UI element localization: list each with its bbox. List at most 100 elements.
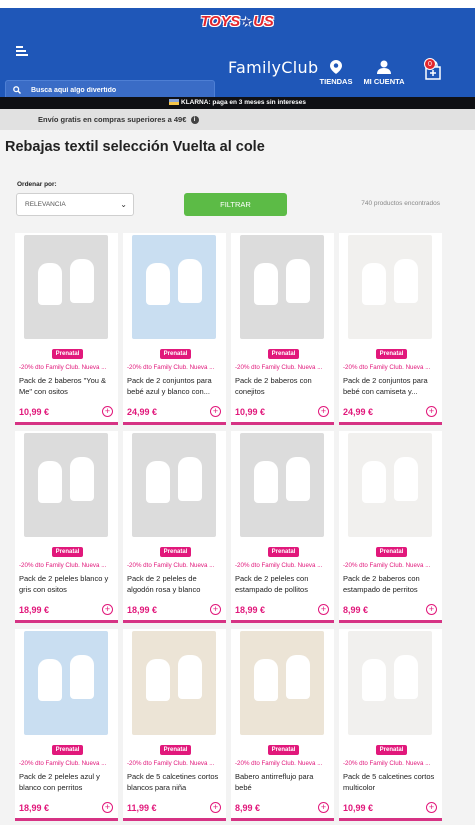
product-card[interactable]: Prenatal -20% dto Family Club. Nueva ...…: [231, 233, 334, 425]
add-to-cart-icon[interactable]: +: [426, 802, 437, 813]
account-label: MI CUENTA: [363, 77, 405, 86]
product-card[interactable]: Prenatal -20% dto Family Club. Nueva ...…: [123, 233, 226, 425]
product-card[interactable]: Prenatal -20% dto Family Club. Nueva ...…: [123, 431, 226, 623]
add-to-cart-icon[interactable]: +: [318, 406, 329, 417]
brand-badge: Prenatal: [376, 745, 407, 755]
filter-button[interactable]: FILTRAR: [184, 193, 287, 216]
account-button[interactable]: MI CUENTA: [362, 60, 406, 86]
product-image[interactable]: [348, 631, 432, 735]
brand-badge: Prenatal: [376, 349, 407, 359]
product-image[interactable]: [132, 433, 216, 537]
brand-badge: Prenatal: [268, 547, 299, 557]
promo-text: -20% dto Family Club. Nueva ...: [19, 562, 107, 569]
promo-text: -20% dto Family Club. Nueva ...: [19, 364, 107, 371]
product-name[interactable]: Babero antirreflujo para bebé: [235, 771, 332, 793]
add-to-cart-icon[interactable]: +: [210, 802, 221, 813]
product-card[interactable]: Prenatal -20% dto Family Club. Nueva ...…: [123, 629, 226, 821]
product-card[interactable]: Prenatal -20% dto Family Club. Nueva ...…: [339, 431, 442, 623]
add-to-cart-icon[interactable]: +: [102, 802, 113, 813]
brand-badge: Prenatal: [52, 547, 83, 557]
add-to-cart-icon[interactable]: +: [426, 604, 437, 615]
product-image[interactable]: [348, 433, 432, 537]
location-pin-icon: [330, 60, 342, 74]
promo-text: -20% dto Family Club. Nueva ...: [343, 562, 431, 569]
add-to-cart-icon[interactable]: +: [210, 604, 221, 615]
product-name[interactable]: Pack de 2 baberos con estampado de perri…: [343, 573, 440, 595]
product-price: 18,99 €: [127, 605, 158, 615]
info-icon[interactable]: i: [190, 116, 199, 125]
flag-icon: [169, 99, 179, 106]
promo-text: -20% dto Family Club. Nueva ...: [127, 760, 215, 767]
add-to-cart-icon[interactable]: +: [210, 406, 221, 417]
promo-text: -20% dto Family Club. Nueva ...: [235, 562, 323, 569]
stores-label: TIENDAS: [319, 77, 353, 86]
product-card[interactable]: Prenatal -20% dto Family Club. Nueva ...…: [231, 629, 334, 821]
user-icon: [377, 60, 391, 74]
chevron-down-icon: ⌄: [120, 200, 127, 209]
shipping-banner: Envío gratis en compras superiores a 49€…: [0, 109, 475, 130]
product-name[interactable]: Pack de 5 calcetines cortos blancos para…: [127, 771, 224, 793]
cart-count-badge: 0: [424, 58, 436, 70]
product-name[interactable]: Pack de 2 peleles con estampado de polli…: [235, 573, 332, 595]
product-card[interactable]: Prenatal -20% dto Family Club. Nueva ...…: [15, 629, 118, 821]
product-image[interactable]: [132, 235, 216, 339]
product-name[interactable]: Pack de 2 conjuntos para bebé con camise…: [343, 375, 440, 397]
add-to-cart-icon[interactable]: +: [318, 604, 329, 615]
klarna-text: KLARNA: paga en 3 meses sin intereses: [181, 99, 306, 106]
search-input[interactable]: [31, 86, 201, 94]
product-price: 24,99 €: [127, 407, 158, 417]
product-price: 10,99 €: [343, 803, 374, 813]
page-title: Rebajas textil selección Vuelta al cole: [5, 139, 265, 155]
promo-text: -20% dto Family Club. Nueva ...: [343, 364, 431, 371]
logo[interactable]: TOYS★US: [198, 11, 276, 31]
menu-icon[interactable]: [16, 46, 28, 56]
product-image[interactable]: [240, 235, 324, 339]
add-to-cart-icon[interactable]: +: [318, 802, 329, 813]
search-icon: [13, 86, 21, 94]
klarna-banner[interactable]: KLARNA: paga en 3 meses sin intereses: [0, 97, 475, 109]
sort-value: RELEVANCIA: [25, 201, 66, 208]
product-card[interactable]: Prenatal -20% dto Family Club. Nueva ...…: [15, 233, 118, 425]
family-club-logo[interactable]: FamilyClub: [228, 58, 318, 77]
product-card[interactable]: Prenatal -20% dto Family Club. Nueva ...…: [339, 233, 442, 425]
brand-badge: Prenatal: [52, 349, 83, 359]
shipping-text: Envío gratis en compras superiores a 49€: [38, 115, 187, 124]
product-name[interactable]: Pack de 2 baberos con conejitos: [235, 375, 332, 397]
promo-text: -20% dto Family Club. Nueva ...: [235, 760, 323, 767]
product-image[interactable]: [24, 631, 108, 735]
site-header: TOYS★US FamilyClub TIENDAS MI CUENTA 0: [0, 8, 475, 100]
product-name[interactable]: Pack de 2 baberos "You & Me" con ositos: [19, 375, 116, 397]
add-to-cart-icon[interactable]: +: [102, 406, 113, 417]
product-card[interactable]: Prenatal -20% dto Family Club. Nueva ...…: [231, 431, 334, 623]
stores-button[interactable]: TIENDAS: [318, 60, 354, 86]
add-to-cart-icon[interactable]: +: [102, 604, 113, 615]
brand-badge: Prenatal: [268, 745, 299, 755]
product-image[interactable]: [240, 631, 324, 735]
add-to-cart-icon[interactable]: +: [426, 406, 437, 417]
product-name[interactable]: Pack de 2 peleles blanco y gris con osit…: [19, 573, 116, 595]
product-price: 24,99 €: [343, 407, 374, 417]
product-name[interactable]: Pack de 2 peleles azul y blanco con perr…: [19, 771, 116, 793]
results-count: 740 productos encontrados: [361, 200, 440, 207]
product-image[interactable]: [24, 433, 108, 537]
product-price: 10,99 €: [19, 407, 50, 417]
product-name[interactable]: Pack de 2 peleles de algodón rosa y blan…: [127, 573, 224, 595]
product-price: 11,99 €: [127, 803, 157, 813]
sort-select[interactable]: RELEVANCIA ⌄: [16, 193, 134, 216]
product-price: 18,99 €: [19, 605, 50, 615]
product-image[interactable]: [240, 433, 324, 537]
product-card[interactable]: Prenatal -20% dto Family Club. Nueva ...…: [339, 629, 442, 821]
product-image[interactable]: [24, 235, 108, 339]
product-price: 8,99 €: [343, 605, 369, 615]
product-card[interactable]: Prenatal -20% dto Family Club. Nueva ...…: [15, 431, 118, 623]
product-name[interactable]: Pack de 2 conjuntos para bebé azul y bla…: [127, 375, 224, 397]
product-name[interactable]: Pack de 5 calcetines cortos multicolor: [343, 771, 440, 793]
product-image[interactable]: [132, 631, 216, 735]
logo-text: TOYS★US: [200, 12, 274, 30]
product-image[interactable]: [348, 235, 432, 339]
promo-text: -20% dto Family Club. Nueva ...: [19, 760, 107, 767]
brand-badge: Prenatal: [52, 745, 83, 755]
promo-text: -20% dto Family Club. Nueva ...: [235, 364, 323, 371]
brand-badge: Prenatal: [376, 547, 407, 557]
product-price: 8,99 €: [235, 803, 261, 813]
